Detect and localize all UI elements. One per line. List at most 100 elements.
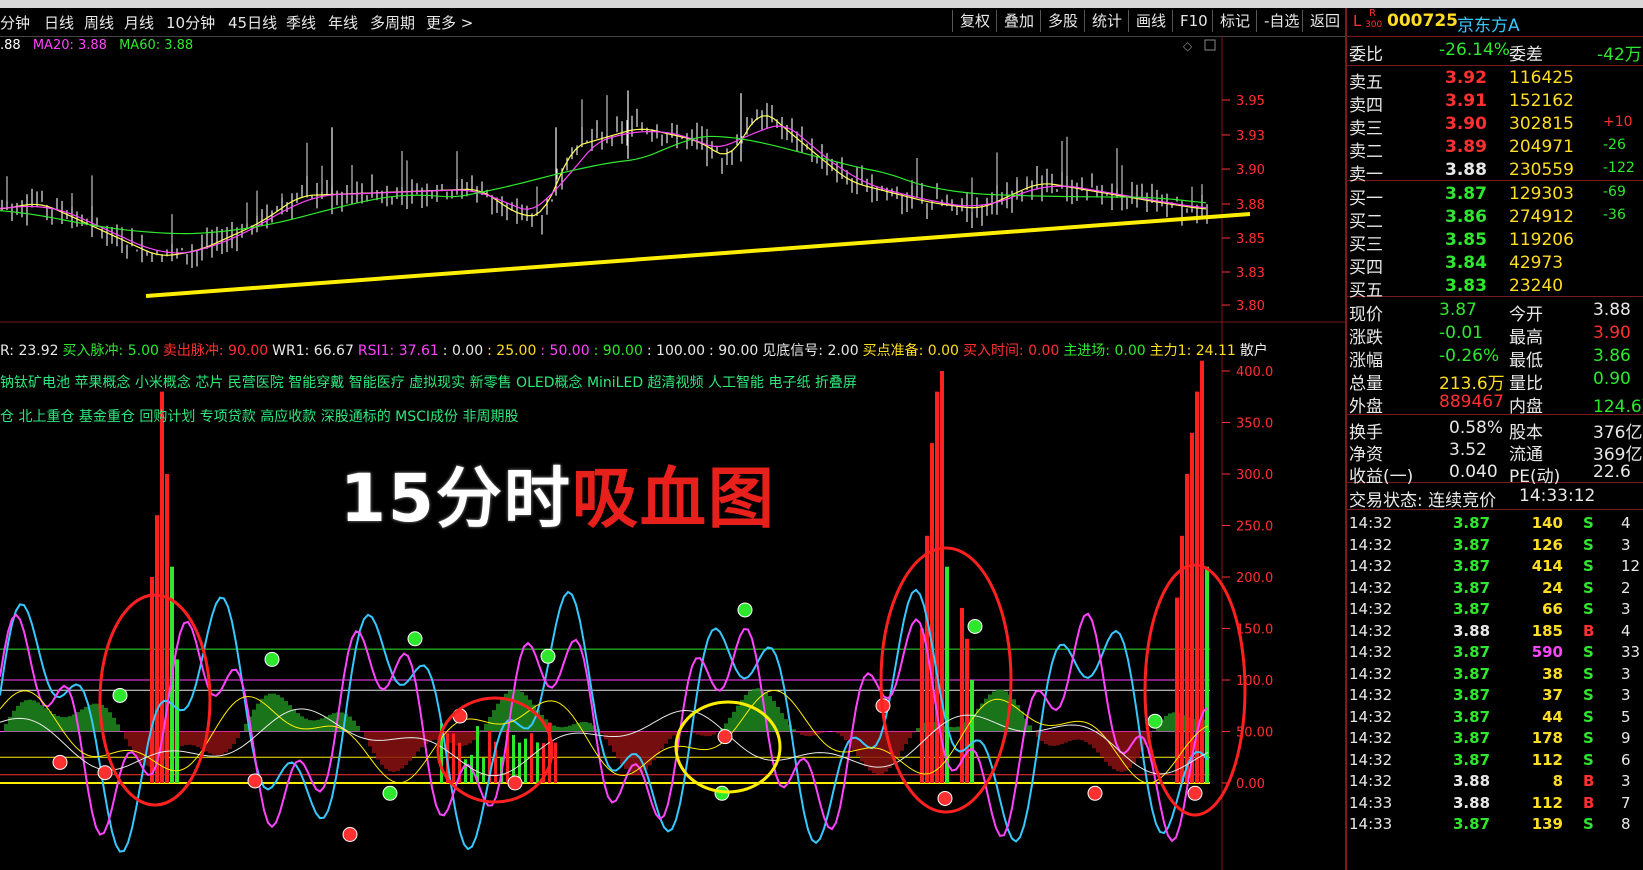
tick-row[interactable]: 14:32 3.88 185 B 4: [1347, 622, 1643, 643]
volume-value: 274912: [1509, 207, 1574, 227]
multi-stock-button[interactable]: 多股: [1040, 10, 1085, 32]
signal-marker: [382, 785, 398, 801]
period-45day[interactable]: 45日线: [228, 12, 277, 33]
signal-marker: [52, 754, 68, 770]
tick-row[interactable]: 14:32 3.87 44 S 5: [1347, 708, 1643, 729]
f10-button[interactable]: F10: [1172, 10, 1215, 32]
ma-legend-ma20: MA20: 3.88: [32, 38, 107, 53]
signal-marker: [342, 827, 358, 842]
diff-value: -42万: [1597, 45, 1642, 65]
period-quarterly[interactable]: 季线: [286, 12, 316, 33]
ask-row[interactable]: 卖二 3.89 204971 -26: [1347, 137, 1643, 162]
ratio-label: 委比: [1349, 45, 1383, 65]
area-band: [360, 731, 364, 733]
area-band: [324, 716, 328, 732]
stock-header: L R 300 000725 京东方A: [1347, 8, 1643, 37]
tick-price: 3.87: [1453, 664, 1491, 683]
area-band: [388, 731, 392, 772]
histogram-bar: [945, 566, 949, 783]
watchlist-button[interactable]: -自选: [1256, 10, 1306, 32]
ask-row[interactable]: 卖三 3.90 302815 +10: [1347, 114, 1643, 139]
indicator-value: 买点准备: 0.00: [862, 343, 959, 359]
period-weekly[interactable]: 周线: [84, 12, 114, 33]
bid-row[interactable]: 买四 3.84 42973: [1347, 253, 1643, 278]
ask-row[interactable]: 卖一 3.88 230559 -122: [1347, 160, 1643, 185]
mark-button[interactable]: 标记: [1212, 10, 1257, 32]
bid-row[interactable]: 买一 3.87 129303 -69: [1347, 184, 1643, 209]
tick-row[interactable]: 14:32 3.87 140 S 4: [1347, 514, 1643, 535]
ask-row[interactable]: 卖四 3.91 152162: [1347, 91, 1643, 116]
bid-row[interactable]: 买三 3.85 119206: [1347, 230, 1643, 255]
area-band: [480, 730, 484, 732]
statistics-button[interactable]: 统计: [1084, 10, 1129, 32]
window-toggle-icon: [1204, 39, 1216, 51]
histogram-bar: [965, 638, 969, 783]
tick-row[interactable]: 14:32 3.87 37 S 3: [1347, 686, 1643, 707]
area-band: [1052, 731, 1056, 746]
price-axis-label: 3.80: [1236, 299, 1265, 314]
fundamental-value: 0.040: [1449, 462, 1498, 482]
area-band: [800, 731, 804, 735]
area-band: [112, 717, 116, 732]
period-monthly[interactable]: 月线: [124, 12, 154, 33]
tick-row[interactable]: 14:32 3.87 66 S 3: [1347, 600, 1643, 621]
period-minute[interactable]: 分钟: [0, 12, 30, 33]
tick-row[interactable]: 14:32 3.87 112 S 6: [1347, 751, 1643, 772]
indicator-value: 买入时间: 0.00: [962, 343, 1060, 359]
tick-row[interactable]: 14:32 3.87 24 S 2: [1347, 579, 1643, 600]
ma-legend-ma60: MA60: 3.88: [119, 38, 194, 53]
tick-time: 14:32: [1349, 535, 1393, 554]
area-band: [428, 731, 432, 742]
area-band: [856, 731, 860, 756]
signal-marker: [407, 631, 423, 647]
area-band: [356, 725, 360, 732]
area-band: [668, 731, 672, 740]
period-yearly[interactable]: 年线: [328, 12, 358, 33]
tick-row[interactable]: 14:32 3.87 178 S 9: [1347, 729, 1643, 750]
ask-row[interactable]: 卖五 3.92 116425: [1347, 68, 1643, 93]
tick-row[interactable]: 14:33 3.88 112 B 7: [1347, 794, 1643, 815]
draw-line-button[interactable]: 画线: [1128, 10, 1173, 32]
period-daily[interactable]: 日线: [44, 12, 74, 33]
area-band: [584, 722, 588, 732]
area-band: [188, 731, 192, 745]
tick-time: 14:32: [1349, 707, 1393, 726]
area-band: [608, 731, 612, 746]
area-band: [728, 717, 732, 732]
tick-row[interactable]: 14:32 3.87 414 S 12: [1347, 557, 1643, 578]
bid-row[interactable]: 买二 3.86 274912 -36: [1347, 207, 1643, 232]
bid-level-label: 买一: [1349, 189, 1383, 209]
tick-volume: 24: [1542, 578, 1563, 597]
price-axis-label: 3.88: [1236, 198, 1265, 213]
histogram-bar: [554, 742, 557, 783]
area-band: [52, 713, 56, 732]
area-band: [600, 731, 604, 734]
area-band: [396, 731, 400, 771]
tick-row[interactable]: 14:32 3.87 38 S 3: [1347, 665, 1643, 686]
period-multi[interactable]: 多周期: [370, 12, 415, 33]
histogram-bar: [536, 742, 539, 783]
restore-rights-button[interactable]: 复权: [952, 10, 997, 32]
indicator-value: : 25.00: [487, 343, 537, 359]
quote-row: 涨跌 -0.01 最高 3.90: [1347, 323, 1643, 348]
trade-status-row: 交易状态: 连续竞价 14:33:12: [1347, 486, 1643, 511]
quote-label: 量比: [1509, 374, 1543, 394]
area-band: [1028, 725, 1032, 732]
area-band: [1048, 731, 1052, 746]
period-10min[interactable]: 10分钟: [166, 12, 215, 33]
ask-level-label: 卖四: [1349, 96, 1383, 116]
tick-row[interactable]: 14:32 3.88 8 B 3: [1347, 772, 1643, 793]
price-value: 3.84: [1445, 253, 1487, 273]
period-more[interactable]: 更多 >: [426, 12, 473, 33]
fundamental-row: 收益(一) 0.040 PE(动) 22.6: [1347, 462, 1643, 487]
area-band: [488, 716, 492, 732]
area-band: [364, 731, 368, 740]
stock-name: 京东方A: [1457, 16, 1520, 36]
back-button[interactable]: 返回: [1302, 10, 1347, 32]
tick-row[interactable]: 14:32 3.87 590 S 33: [1347, 643, 1643, 664]
bid-row[interactable]: 买五 3.83 23240: [1347, 276, 1643, 301]
histogram-bar: [464, 759, 467, 783]
tick-row[interactable]: 14:33 3.87 139 S 8: [1347, 815, 1643, 836]
overlay-button[interactable]: 叠加: [996, 10, 1041, 32]
tick-row[interactable]: 14:32 3.87 126 S 3: [1347, 536, 1643, 557]
